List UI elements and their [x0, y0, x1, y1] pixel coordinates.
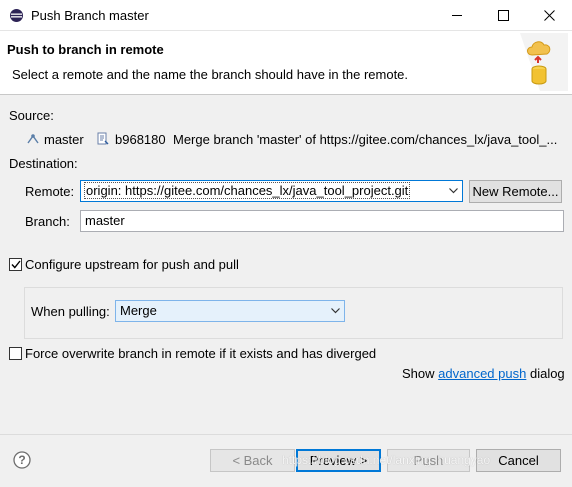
source-branch: master: [44, 132, 84, 147]
advanced-push-row: Show advanced push dialog: [402, 366, 565, 381]
commit-id: b968180: [115, 132, 166, 147]
svg-text:?: ?: [18, 453, 25, 467]
when-pulling-label: When pulling:: [31, 304, 110, 319]
maximize-button[interactable]: [480, 0, 526, 31]
show-label: Show: [402, 366, 435, 381]
button-bar-separator: [0, 434, 572, 435]
commit-message: Merge branch 'master' of https://gitee.c…: [173, 132, 558, 147]
commit-icon: [97, 132, 109, 145]
branch-label: Branch:: [25, 214, 70, 229]
maximize-icon: [497, 10, 509, 21]
remote-select-value: origin: https://gitee.com/chances_lx/jav…: [83, 182, 411, 199]
new-remote-button[interactable]: New Remote...: [469, 180, 562, 203]
chevron-down-icon: [326, 301, 344, 321]
close-button[interactable]: [526, 0, 572, 31]
checkmark-icon: [10, 260, 21, 269]
chevron-down-icon: [444, 181, 462, 201]
help-icon[interactable]: ?: [13, 451, 31, 469]
minimize-button[interactable]: [434, 0, 480, 31]
minimize-icon: [451, 15, 462, 16]
branch-input[interactable]: master: [80, 210, 564, 232]
preview-button[interactable]: Preview >: [296, 449, 381, 472]
eclipse-app-icon: [10, 9, 23, 22]
window-title: Push Branch master: [31, 8, 149, 23]
advanced-push-link[interactable]: advanced push: [438, 366, 526, 381]
destination-label: Destination:: [9, 156, 78, 171]
when-pulling-select[interactable]: Merge: [115, 300, 345, 322]
dialog-label: dialog: [529, 366, 565, 381]
wizard-message: Select a remote and the name the branch …: [12, 67, 409, 82]
force-overwrite-label: Force overwrite branch in remote if it e…: [25, 346, 377, 361]
remote-label: Remote:: [25, 184, 75, 199]
close-icon: [543, 10, 555, 21]
when-pulling-value: Merge: [120, 303, 157, 318]
remote-select[interactable]: origin: https://gitee.com/chances_lx/jav…: [80, 180, 463, 202]
configure-upstream-checkbox[interactable]: [9, 258, 22, 271]
cancel-button[interactable]: Cancel: [476, 449, 561, 472]
push-wizard-icon: [520, 33, 568, 91]
source-label: Source:: [9, 108, 54, 123]
configure-upstream-label: Configure upstream for push and pull: [25, 257, 239, 272]
back-button[interactable]: < Back: [210, 449, 295, 472]
wizard-banner: Push to branch in remote Select a remote…: [0, 31, 572, 95]
title-bar: Push Branch master: [0, 0, 572, 31]
force-overwrite-checkbox[interactable]: [9, 347, 22, 360]
push-button[interactable]: Push: [387, 449, 470, 472]
wizard-title: Push to branch in remote: [7, 42, 164, 57]
branch-icon: [27, 134, 39, 144]
